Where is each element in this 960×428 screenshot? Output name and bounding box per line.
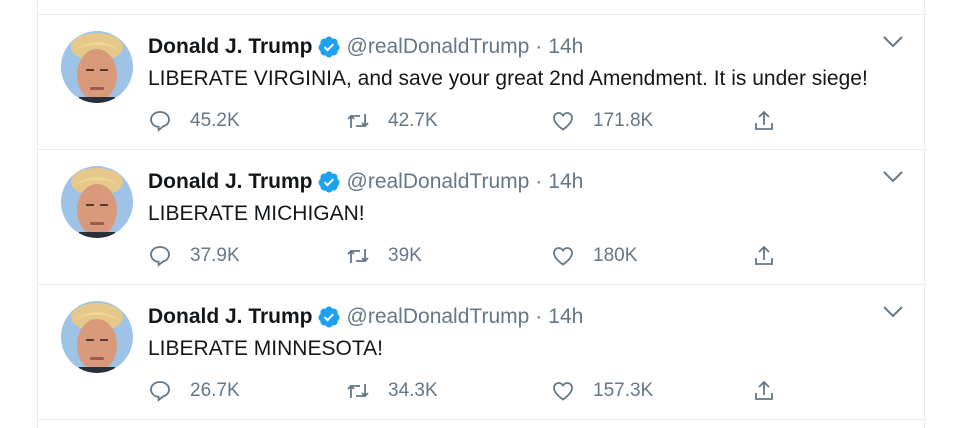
retweet-button[interactable]: 42.7K [346, 107, 438, 135]
tweet-text: LIBERATE MINNESOTA! [148, 337, 383, 360]
avatar[interactable] [61, 31, 133, 103]
author-handle[interactable]: @realDonaldTrump [347, 303, 530, 331]
tweet-header: Donald J. Trump @realDonaldTrump · 14h [148, 303, 583, 331]
retweet-icon [347, 249, 369, 263]
like-button[interactable]: 171.8K [551, 107, 653, 135]
tweet-actions: 26.7K 34.3K 157.3K [148, 377, 788, 405]
timestamp[interactable]: 14h [548, 33, 583, 61]
verified-badge-icon [318, 171, 340, 193]
reply-count: 45.2K [190, 110, 240, 131]
avatar[interactable] [61, 166, 133, 238]
tweet-header: Donald J. Trump @realDonaldTrump · 14h [148, 168, 583, 196]
like-count: 171.8K [593, 110, 654, 131]
share-icon [755, 110, 773, 130]
tweet[interactable]: Donald J. Trump @realDonaldTrump · 14h L… [38, 149, 924, 284]
tweet-header: Donald J. Trump @realDonaldTrump · 14h [148, 33, 583, 61]
heart-icon [553, 382, 573, 401]
retweet-count: 42.7K [388, 110, 438, 131]
retweet-count: 34.3K [388, 380, 438, 401]
like-count: 157.3K [593, 380, 654, 401]
author-handle[interactable]: @realDonaldTrump [347, 168, 530, 196]
like-button[interactable]: 157.3K [551, 377, 653, 405]
heart-icon [553, 247, 573, 266]
verified-badge-icon [318, 306, 340, 328]
reply-button[interactable]: 37.9K [148, 242, 240, 270]
retweet-icon [347, 114, 369, 128]
like-count: 180K [593, 245, 638, 266]
tweet-actions: 45.2K 42.7K 171.8K [148, 107, 788, 135]
author-name[interactable]: Donald J. Trump [148, 168, 313, 196]
tweet[interactable]: Donald J. Trump @realDonaldTrump · 14h L… [38, 284, 924, 420]
share-button[interactable] [752, 242, 776, 270]
timeline-feed: Donald J. Trump @realDonaldTrump · 14h L… [37, 0, 925, 428]
share-icon [755, 380, 773, 400]
reply-count: 37.9K [190, 245, 240, 266]
heart-icon [553, 112, 573, 131]
retweet-icon [347, 384, 369, 398]
reply-button[interactable]: 45.2K [148, 107, 240, 135]
reply-icon [150, 246, 170, 267]
author-name[interactable]: Donald J. Trump [148, 303, 313, 331]
reply-button[interactable]: 26.7K [148, 377, 240, 405]
chevron-down-icon[interactable] [882, 305, 904, 319]
tweet-text: LIBERATE MICHIGAN! [148, 202, 365, 225]
share-button[interactable] [752, 377, 776, 405]
verified-badge-icon [318, 36, 340, 58]
author-handle[interactable]: @realDonaldTrump [347, 33, 530, 61]
author-name[interactable]: Donald J. Trump [148, 33, 313, 61]
reply-count: 26.7K [190, 380, 240, 401]
chevron-down-icon[interactable] [882, 35, 904, 49]
avatar[interactable] [61, 301, 133, 373]
tweet-actions: 37.9K 39K 180K [148, 242, 788, 270]
separator-dot: · [535, 170, 543, 193]
tweet[interactable]: Donald J. Trump @realDonaldTrump · 14h L… [38, 14, 924, 149]
share-button[interactable] [752, 107, 776, 135]
reply-icon [150, 381, 170, 402]
retweet-button[interactable]: 34.3K [346, 377, 438, 405]
like-button[interactable]: 180K [551, 242, 637, 270]
timestamp[interactable]: 14h [548, 168, 583, 196]
timestamp[interactable]: 14h [548, 303, 583, 331]
retweet-count: 39K [388, 245, 422, 266]
retweet-button[interactable]: 39K [346, 242, 422, 270]
separator-dot: · [535, 35, 543, 58]
chevron-down-icon[interactable] [882, 170, 904, 184]
tweet-text: LIBERATE VIRGINIA, and save your great 2… [148, 67, 868, 90]
share-icon [755, 245, 773, 265]
separator-dot: · [535, 305, 543, 328]
reply-icon [150, 111, 170, 132]
